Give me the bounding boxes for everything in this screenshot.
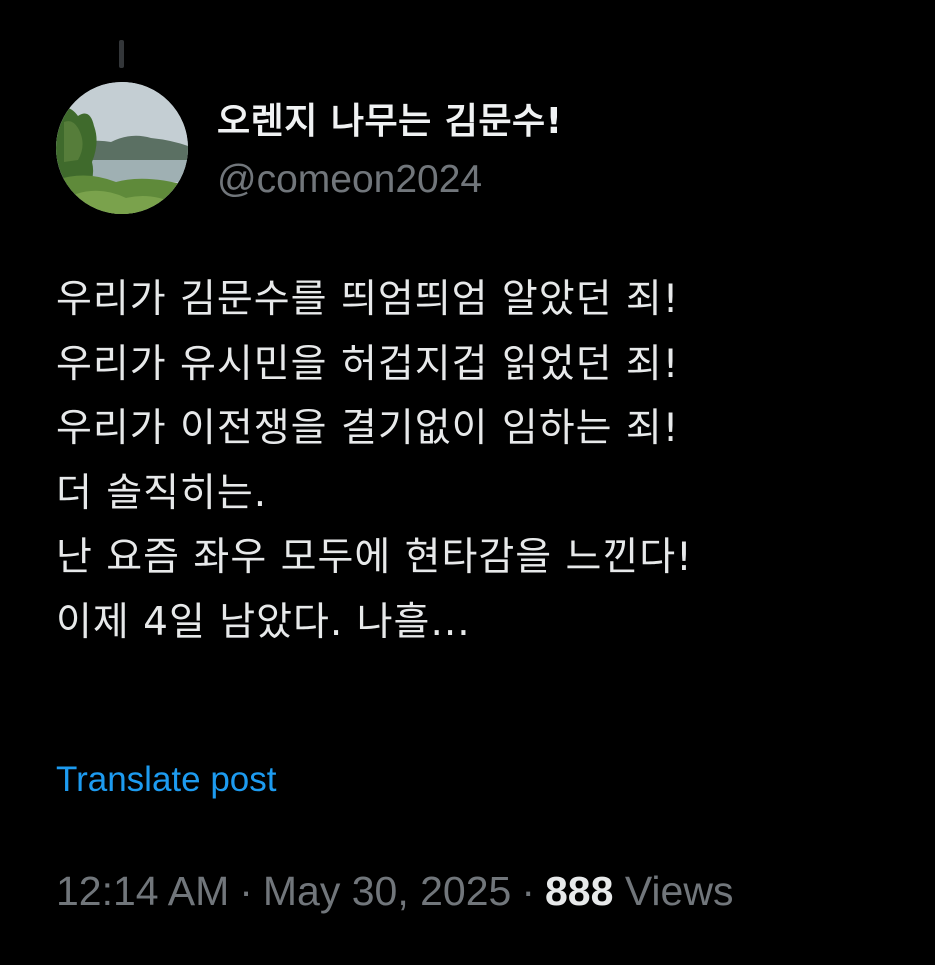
post-text: 우리가 김문수를 띄엄띄엄 알았던 죄! 우리가 유시민을 허겁지겁 읽었던 죄… [56, 268, 916, 655]
avatar[interactable] [56, 82, 188, 214]
meta-separator: · [239, 868, 253, 914]
views-label: Views [624, 868, 734, 914]
landscape-lake-avatar-icon [56, 82, 188, 214]
post-line: 우리가 이전쟁을 결기없이 임하는 죄! [56, 406, 680, 451]
views-count[interactable]: 888 [545, 868, 613, 914]
post-date[interactable]: May 30, 2025 [263, 868, 511, 914]
post-line: 우리가 김문수를 띄엄띄엄 알았던 죄! [56, 277, 680, 322]
post-line: 우리가 유시민을 허겁지겁 읽었던 죄! [56, 341, 680, 387]
post-line: 난 요즘 좌우 모두에 현타감을 느낀다! [56, 535, 693, 580]
author-display-name[interactable]: 오렌지 나무는 김문수! [217, 92, 563, 144]
author-handle[interactable]: @comeon2024 [217, 158, 482, 202]
meta-separator: · [521, 868, 535, 914]
post-meta: 12:14 AM · May 30, 2025 · 888 Views [56, 868, 733, 915]
translate-post-link[interactable]: Translate post [56, 760, 276, 800]
thread-connector-line [119, 40, 124, 68]
post-time[interactable]: 12:14 AM [56, 868, 229, 914]
post-line: 이제 4일 남았다. 나흘... [56, 599, 471, 645]
post-line: 더 솔직히는. [56, 470, 268, 516]
